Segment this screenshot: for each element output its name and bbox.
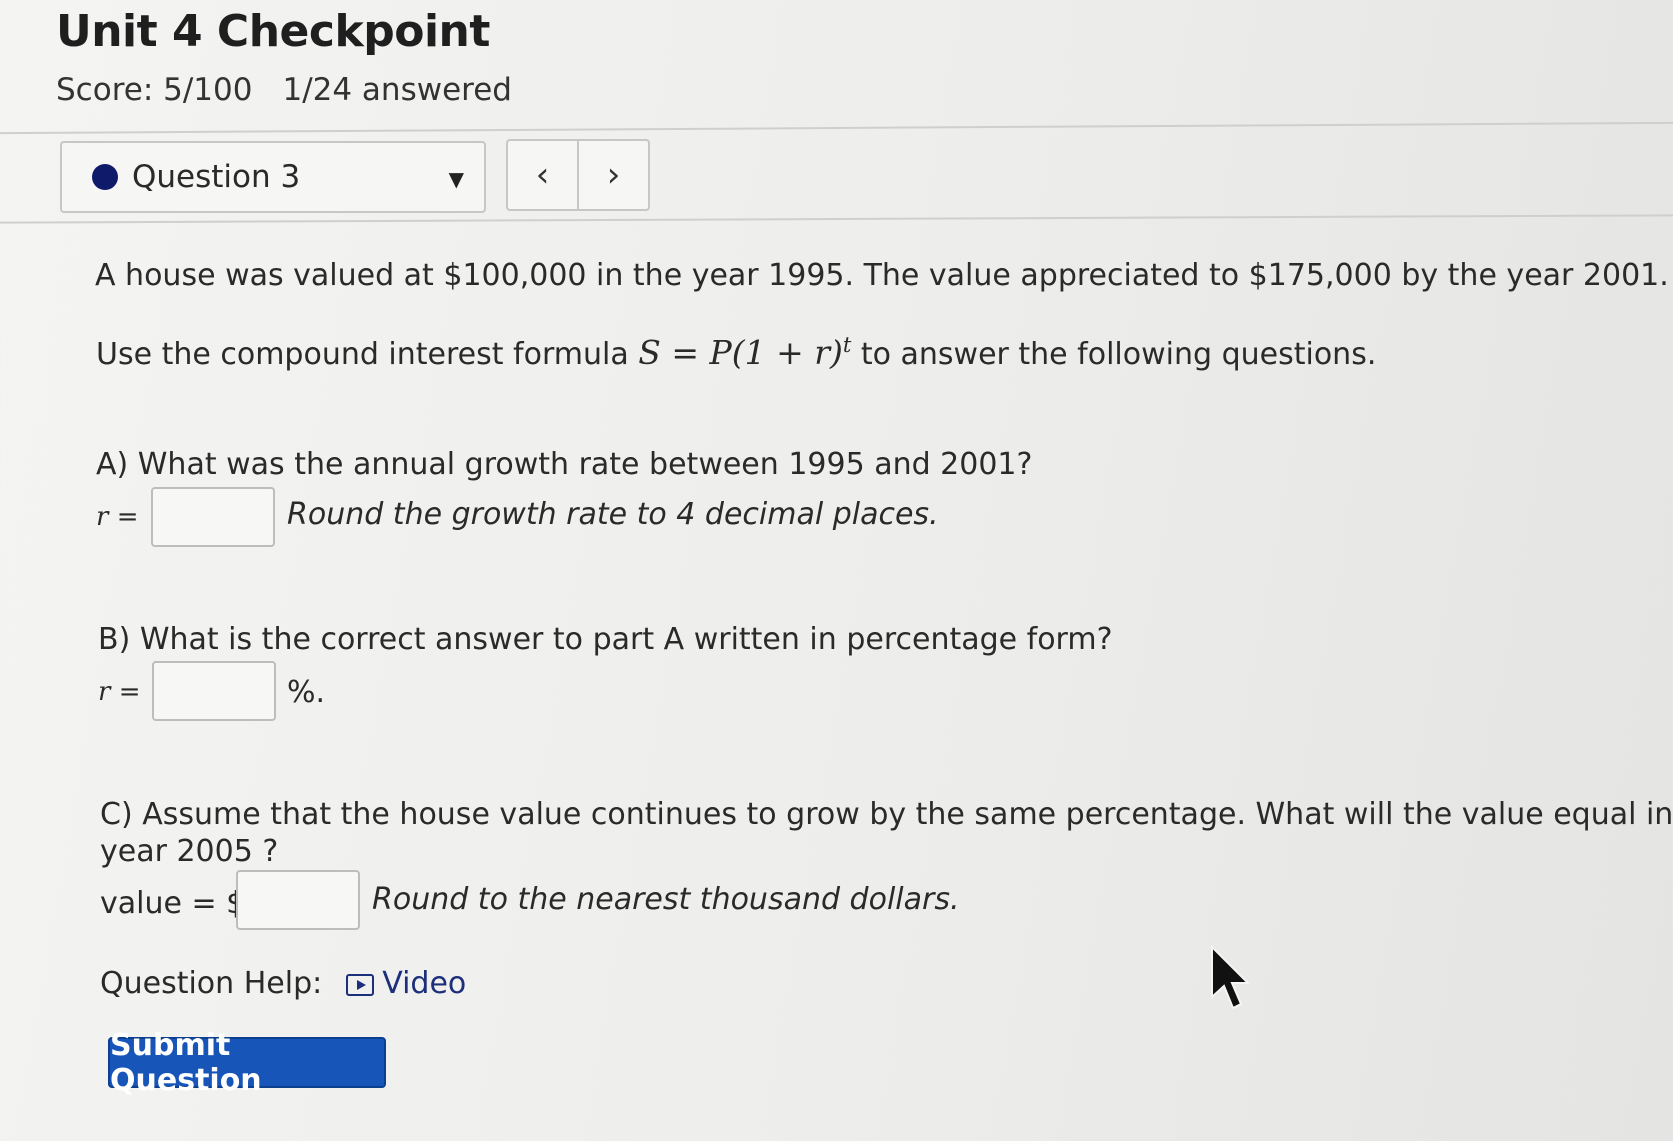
formula-line: Use the compound interest formula S = P(…	[96, 333, 1376, 372]
divider-bottom	[0, 214, 1673, 224]
video-play-icon[interactable]	[346, 973, 375, 996]
question-nav-group: ‹ ›	[506, 139, 650, 211]
chevron-right-icon: ›	[606, 155, 621, 195]
part-b-var-label: r =	[98, 677, 141, 707]
part-b-answer-input[interactable]	[152, 661, 276, 721]
part-c-answer-input[interactable]	[236, 870, 360, 930]
previous-question-button[interactable]: ‹	[508, 141, 579, 209]
formula-prefix: Use the compound interest formula	[96, 337, 639, 372]
part-a-var-label: r =	[96, 502, 139, 532]
divider-top	[0, 121, 1673, 135]
part-b-question: B) What is the correct answer to part A …	[98, 622, 1113, 657]
score-line: Score: 5/100 1/24 answered	[56, 72, 512, 108]
question-help-label: Question Help:	[100, 966, 323, 1001]
chevron-left-icon: ‹	[535, 155, 550, 195]
part-c-question-line1: C) Assume that the house value continues…	[100, 797, 1673, 832]
submit-question-button[interactable]: Submit Question	[108, 1028, 386, 1098]
next-question-button[interactable]: ›	[579, 141, 648, 209]
mouse-pointer-icon	[1211, 945, 1251, 1010]
part-c-hint: Round to the nearest thousand dollars.	[372, 882, 960, 917]
part-b-percent-suffix: %.	[287, 675, 326, 710]
question-status-dot	[92, 164, 118, 190]
question-selector-label: Question 3	[132, 159, 301, 195]
formula-suffix: to answer the following questions.	[851, 337, 1377, 372]
part-a-answer-input[interactable]	[151, 487, 275, 547]
score-text: Score: 5/100	[56, 72, 253, 108]
part-a-question: A) What was the annual growth rate betwe…	[96, 447, 1033, 482]
answered-count: 1/24 answered	[282, 72, 512, 108]
part-a-hint: Round the growth rate to 4 decimal place…	[287, 497, 939, 532]
question-help-row: Question Help: Video	[100, 966, 466, 1001]
video-help-link[interactable]: Video	[382, 966, 466, 1001]
part-c-value-label: value = $	[100, 886, 246, 921]
question-selector[interactable]: Question 3 ▼	[60, 141, 486, 213]
problem-intro: A house was valued at $100,000 in the ye…	[95, 258, 1669, 293]
page-title: Unit 4 Checkpoint	[56, 6, 490, 57]
part-c-question-line2: year 2005 ?	[100, 834, 279, 869]
caret-down-icon: ▼	[448, 167, 464, 191]
compound-interest-formula: S = P(1 + r)t	[638, 333, 852, 372]
